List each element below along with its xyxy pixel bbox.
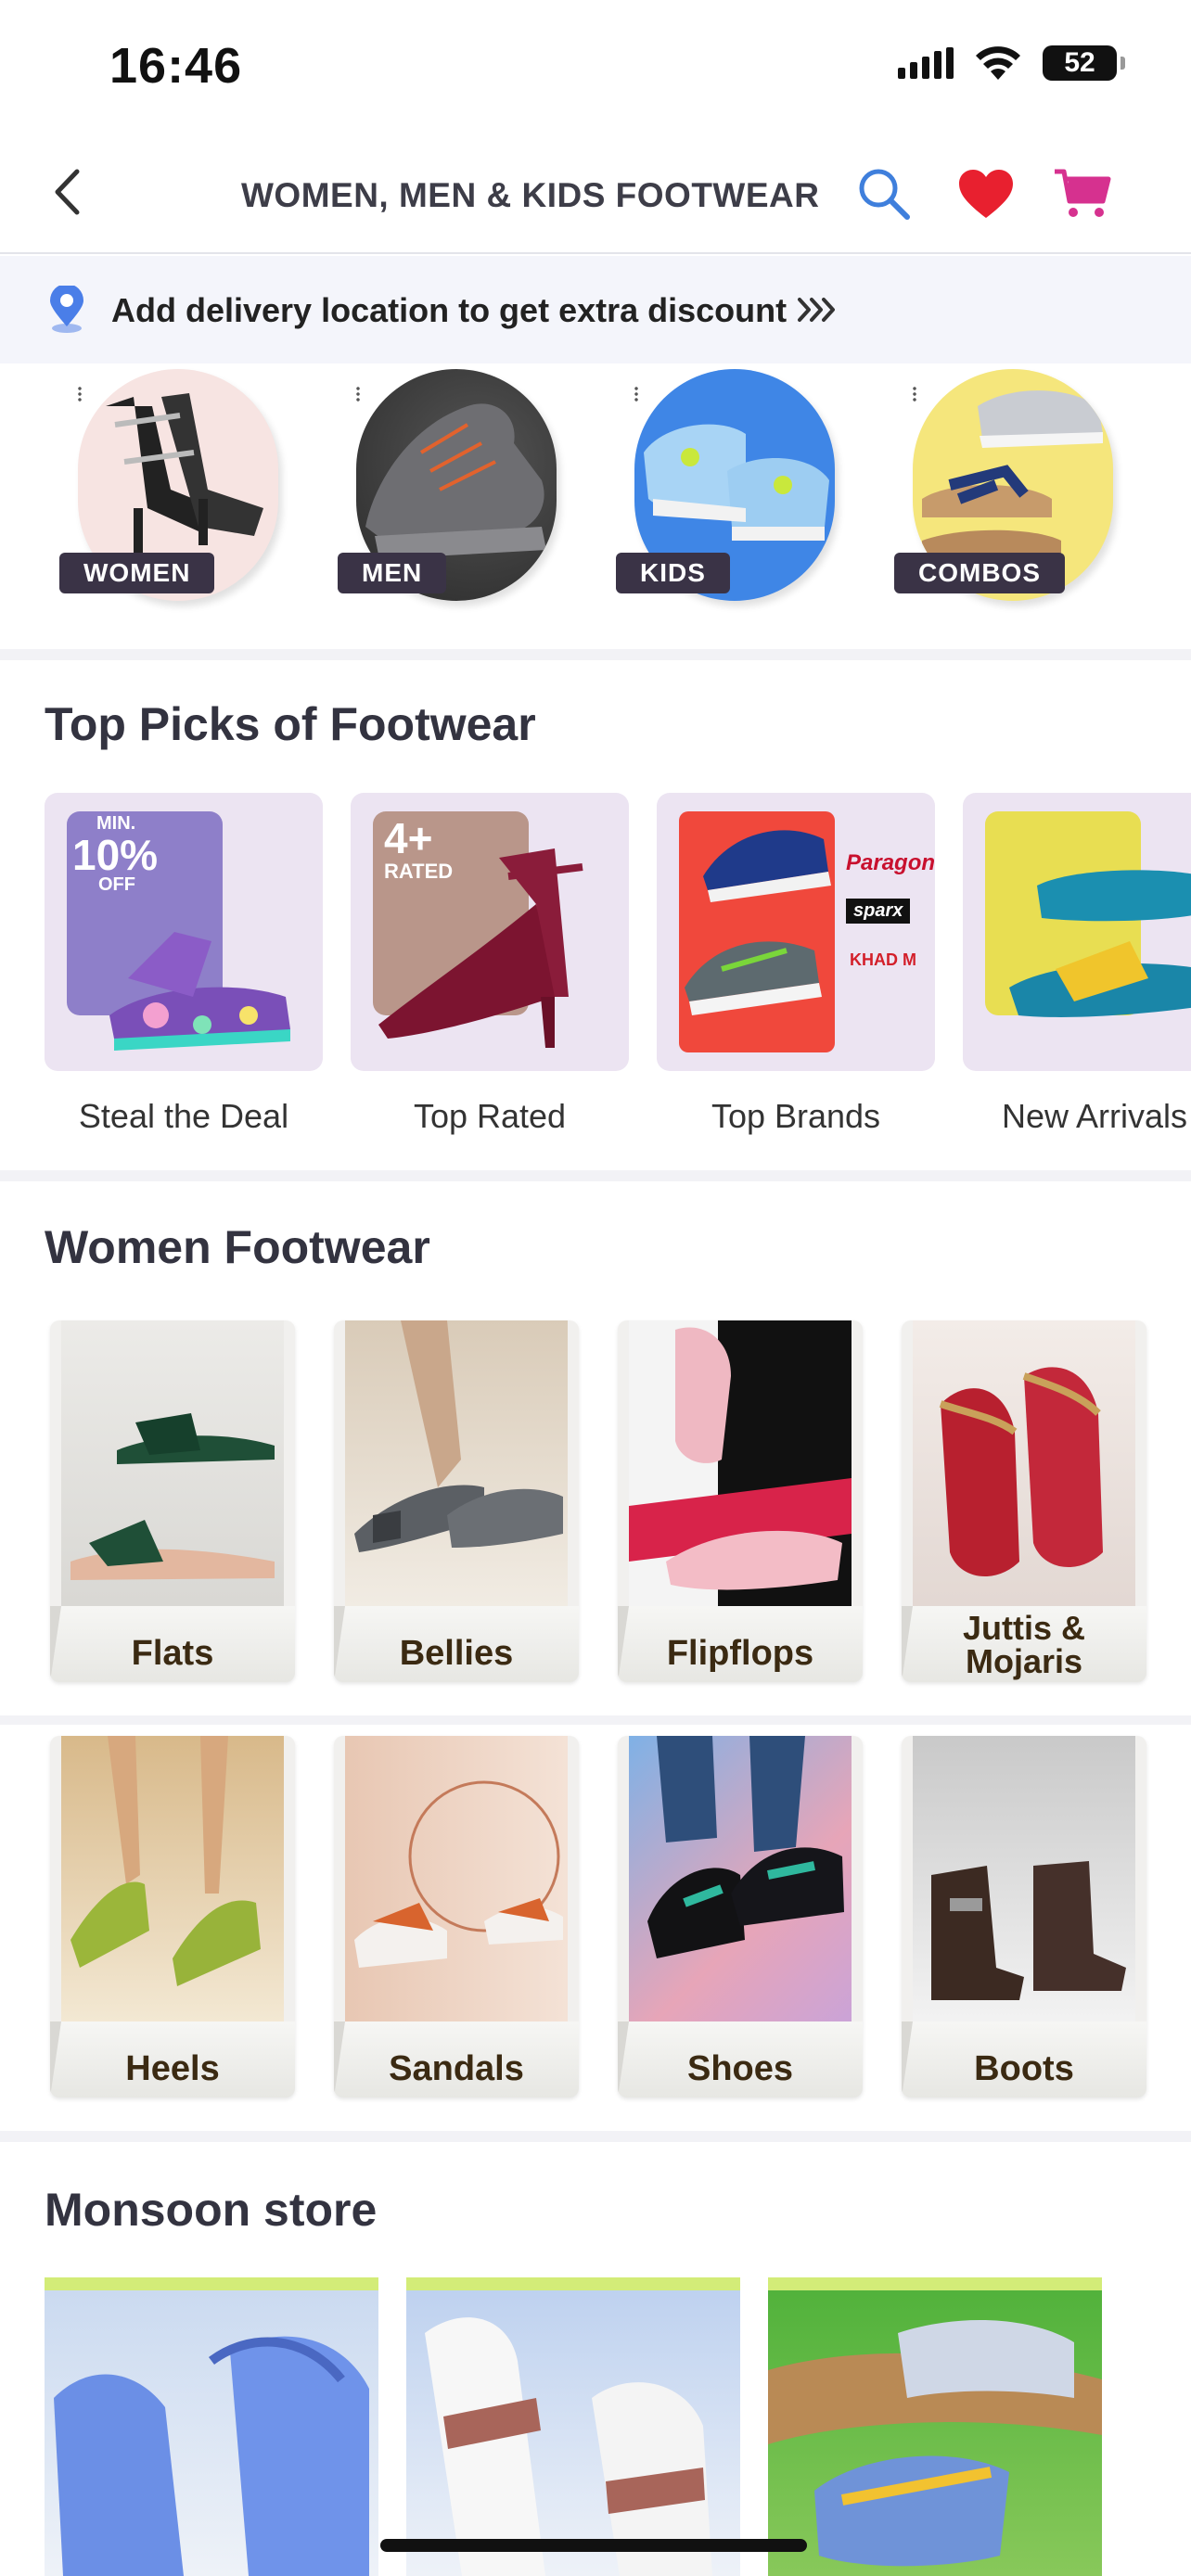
- back-button[interactable]: [37, 159, 96, 224]
- top-pick-top-rated[interactable]: 4+ RATED Top Rated: [351, 793, 629, 1136]
- section-divider: [0, 649, 1191, 660]
- status-bar: 16:46 52: [0, 0, 1191, 130]
- top-pick-new-arrivals[interactable]: New Arrivals: [963, 793, 1191, 1136]
- more-dots-icon: [356, 386, 360, 402]
- brand-paragon: Paragon: [846, 850, 935, 875]
- section-divider: [0, 1715, 1191, 1725]
- page-header: WOMEN, MEN & KIDS FOOTWEAR: [0, 130, 1191, 254]
- tile-image: [61, 1736, 284, 2033]
- top-pick-steal-the-deal[interactable]: MIN. 10% OFF Steal the Deal: [45, 793, 323, 1136]
- category-row: WOMEN MEN KIDS COMBOS: [0, 367, 1191, 645]
- more-dots-icon: [634, 386, 638, 402]
- top-pick-label: Steal the Deal: [78, 1097, 289, 1135]
- location-pin-icon: [50, 286, 83, 333]
- delivery-text: Add delivery location to get extra disco…: [111, 291, 788, 329]
- tile-image: [629, 1320, 852, 1617]
- cellular-signal-icon: [898, 47, 954, 79]
- top-pick-label: Top Rated: [413, 1097, 567, 1135]
- category-kids[interactable]: KIDS: [616, 367, 835, 608]
- top-pick-card: Paragon sparx KHAD M: [657, 793, 935, 1071]
- women-tile-boots[interactable]: Boots: [902, 1736, 1146, 2098]
- top-pick-top-brands[interactable]: Paragon sparx KHAD M Top Brands: [657, 793, 935, 1136]
- tile-label: Shoes: [686, 2049, 794, 2088]
- search-button[interactable]: [852, 161, 916, 226]
- monsoon-item-sandals[interactable]: [768, 2277, 1102, 2576]
- women-tile-bellies[interactable]: Bellies: [334, 1320, 579, 1682]
- category-combos[interactable]: COMBOS: [894, 367, 1113, 608]
- top-pick-card: MIN. 10% OFF: [45, 793, 323, 1071]
- delivery-location-banner[interactable]: Add delivery location to get extra disco…: [0, 256, 1191, 363]
- battery-icon: 52: [1043, 45, 1125, 81]
- top-pick-card: 4+ RATED: [351, 793, 629, 1071]
- top-pick-card: [963, 793, 1191, 1071]
- section-divider: [0, 2131, 1191, 2142]
- women-footwear-title: Women Footwear: [45, 1221, 430, 1273]
- tile-label: Boots: [974, 2049, 1074, 2088]
- slides-image: [1009, 870, 1191, 1017]
- chevron-right-triple-icon: [798, 298, 835, 322]
- women-tile-sandals[interactable]: Sandals: [334, 1736, 579, 2098]
- tile-image: [913, 1736, 1135, 2033]
- tile-label: Bellies: [399, 1634, 514, 1673]
- monsoon-top-edge: [406, 2277, 740, 2290]
- section-divider: [0, 1170, 1191, 1181]
- tile-label: Sandals: [389, 2049, 524, 2088]
- tile-image: [61, 1320, 284, 1617]
- tile-label: Juttis & Mojaris: [902, 1612, 1146, 1678]
- tile-label-line2: Mojaris: [965, 1642, 1083, 1680]
- tile-image: [913, 1320, 1135, 1617]
- status-icons: 52: [898, 45, 1125, 82]
- chevron-left-icon: [55, 169, 80, 215]
- wifi-icon: [976, 46, 1020, 80]
- sandal-image: [109, 932, 290, 1051]
- battery-level: 52: [1064, 47, 1095, 78]
- women-tile-juttis-mojaris[interactable]: Juttis & Mojaris: [902, 1320, 1146, 1682]
- heel-shoe-image: [378, 848, 583, 1048]
- monsoon-item-slides[interactable]: [406, 2277, 740, 2576]
- tile-label: Heels: [125, 2049, 220, 2088]
- tile-image: [629, 1736, 852, 2033]
- brand-sparx: sparx: [846, 899, 911, 924]
- brand-khadim: KHAD M: [850, 950, 916, 969]
- clogs-image: [54, 2336, 369, 2576]
- women-tile-flats[interactable]: Flats: [50, 1320, 295, 1682]
- monsoon-item-clogs[interactable]: [45, 2277, 378, 2576]
- women-tile-flipflops[interactable]: Flipflops: [618, 1320, 863, 1682]
- search-icon: [859, 169, 910, 220]
- tile-label: Flats: [131, 1634, 214, 1673]
- category-men[interactable]: MEN: [338, 367, 557, 608]
- wishlist-button[interactable]: [954, 161, 1018, 226]
- more-dots-icon: [78, 386, 82, 402]
- tile-label: Flipflops: [666, 1634, 814, 1673]
- category-label: KIDS: [616, 553, 730, 593]
- monsoon-top-edge: [45, 2277, 378, 2290]
- monsoon-title: Monsoon store: [45, 2184, 378, 2236]
- top-pick-label: New Arrivals: [1002, 1097, 1188, 1135]
- heart-icon: [959, 170, 1013, 218]
- cart-button[interactable]: [1050, 161, 1115, 226]
- category-women[interactable]: WOMEN: [59, 367, 278, 608]
- more-dots-icon: [913, 386, 916, 402]
- kids-sandals-image: [768, 2320, 1102, 2567]
- tile-image: [345, 1320, 568, 1617]
- sneakers-image: [685, 830, 831, 1015]
- status-time: 16:46: [109, 38, 243, 94]
- cart-icon: [1055, 169, 1111, 217]
- offer-badge-main: 10%: [72, 831, 159, 879]
- slides-image: [425, 2317, 712, 2576]
- home-indicator: [380, 2539, 807, 2552]
- category-label: WOMEN: [59, 553, 215, 593]
- top-pick-label: Top Brands: [711, 1097, 881, 1135]
- category-label: COMBOS: [894, 553, 1065, 593]
- tile-image: [345, 1736, 568, 2033]
- page-title: WOMEN, MEN & KIDS FOOTWEAR: [241, 176, 820, 214]
- women-tile-shoes[interactable]: Shoes: [618, 1736, 863, 2098]
- monsoon-top-edge: [768, 2277, 1102, 2290]
- tile-label-line1: Juttis &: [962, 1609, 1085, 1647]
- women-tile-heels[interactable]: Heels: [50, 1736, 295, 2098]
- top-picks-title: Top Picks of Footwear: [45, 698, 536, 750]
- category-label: MEN: [338, 553, 447, 593]
